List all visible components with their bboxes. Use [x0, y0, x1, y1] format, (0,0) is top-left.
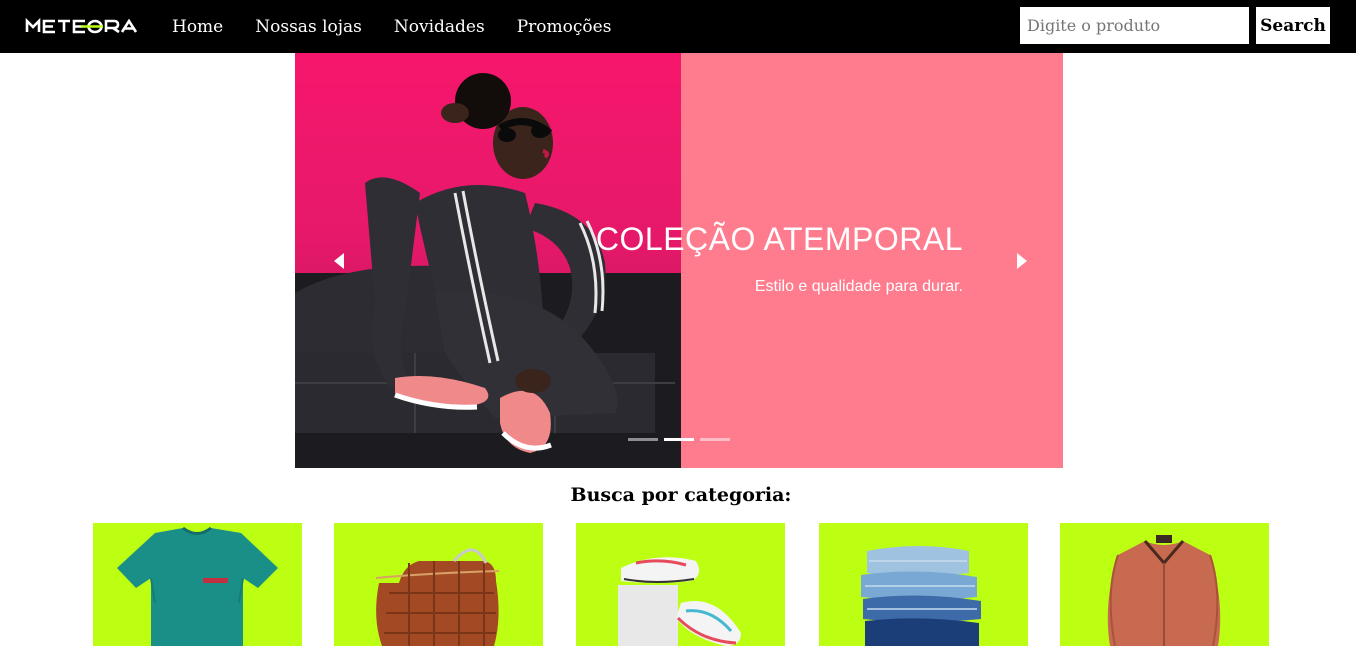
- carousel-indicators: [628, 438, 730, 441]
- top-navbar: Home Nossas lojas Novidades Promoções Se…: [0, 0, 1356, 53]
- category-card-casacos[interactable]: [1060, 523, 1269, 646]
- carousel-next-button[interactable]: [1009, 249, 1033, 273]
- search-button[interactable]: Search: [1256, 7, 1330, 44]
- nav-promocoes[interactable]: Promoções: [501, 17, 628, 37]
- nav-novidades[interactable]: Novidades: [378, 17, 501, 37]
- main-nav: Home Nossas lojas Novidades Promoções: [156, 0, 627, 53]
- category-card-calcas[interactable]: [819, 523, 1028, 646]
- jeans-stack-icon: [861, 546, 981, 646]
- tshirt-icon: [117, 526, 278, 646]
- carousel-indicator-2[interactable]: [664, 438, 694, 441]
- category-card-camisetas[interactable]: [93, 523, 302, 646]
- category-card-bolsas[interactable]: [334, 523, 543, 646]
- hero-text-panel: [681, 53, 1063, 468]
- category-heading: Busca por categoria:: [570, 484, 792, 506]
- carousel-prev-button[interactable]: [328, 249, 352, 273]
- hero-model-image-icon: [295, 73, 681, 468]
- slide-subtitle: Estilo e qualidade para durar.: [754, 278, 963, 295]
- meteora-logo[interactable]: [25, 16, 145, 36]
- logo-wordmark-icon: [25, 17, 138, 34]
- caret-right-icon: [1017, 253, 1027, 269]
- handbag-icon: [375, 548, 500, 646]
- hero-photo: [295, 53, 681, 468]
- hero-carousel: COLEÇÃO ATEMPORAL Estilo e qualidade par…: [295, 53, 1063, 468]
- carousel-indicator-3[interactable]: [700, 438, 730, 441]
- jacket-icon: [1107, 535, 1221, 646]
- slide-title: COLEÇÃO ATEMPORAL: [595, 221, 963, 257]
- sneakers-icon: [618, 557, 741, 646]
- category-card-calcados[interactable]: [576, 523, 785, 646]
- caret-left-icon: [334, 253, 344, 269]
- search-input[interactable]: [1020, 7, 1249, 44]
- nav-nossas-lojas[interactable]: Nossas lojas: [239, 17, 378, 37]
- carousel-indicator-1[interactable]: [628, 438, 658, 441]
- nav-home[interactable]: Home: [156, 17, 239, 37]
